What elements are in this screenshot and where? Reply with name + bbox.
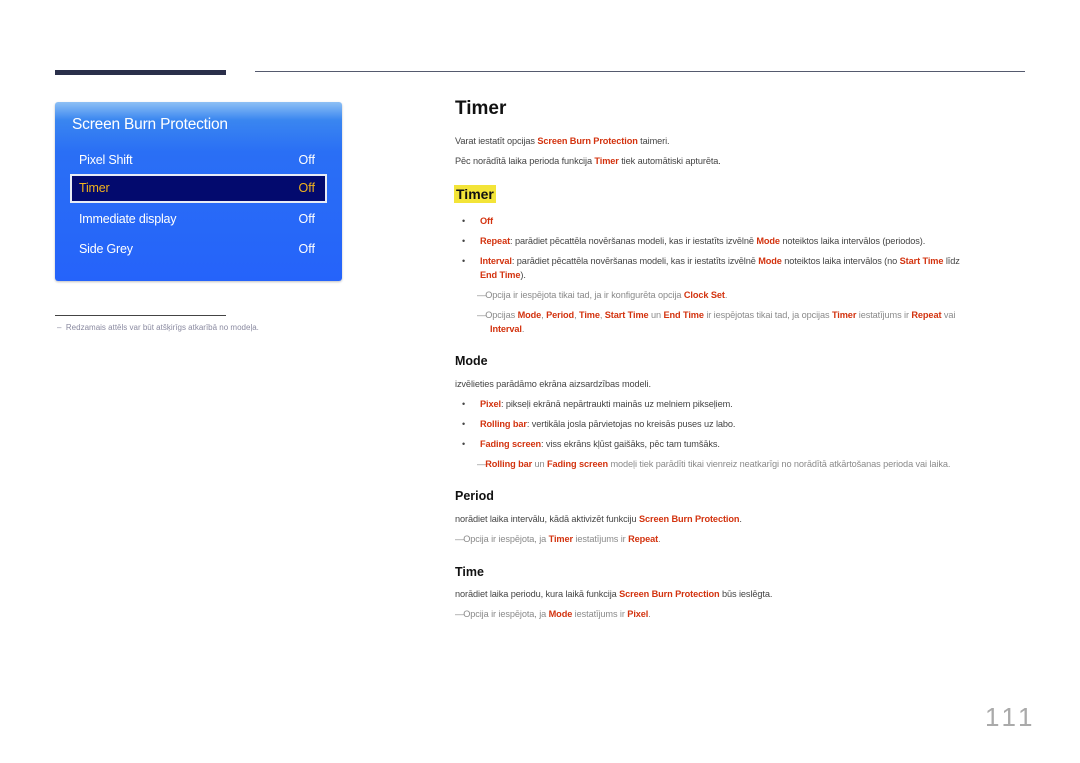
osd-item-value: Off [298,181,315,195]
intro-line-1: Varat iestatīt opcijas Screen Burn Prote… [455,136,670,146]
time-note: —Opcija ir iespējota, ja Mode iestatījum… [455,609,651,619]
mode-note: —Rolling bar un Fading screen modeļi tie… [477,459,951,469]
footnote-dash: – [57,323,62,332]
page-number: 111 [985,702,1037,732]
period-description: norādiet laika intervālu, kādā aktivizēt… [455,514,742,524]
mode-heading: Mode [455,354,488,368]
header-rule [255,71,1025,72]
osd-item-label: Side Grey [79,242,133,256]
timer-option-interval: Interval: parādiet pēcattēla novēršanas … [480,256,960,266]
osd-item-value: Off [298,242,315,256]
osd-title: Screen Burn Protection [72,116,228,133]
timer-subheading-highlight: Timer [454,185,496,203]
note-icon: — [477,290,486,300]
osd-item-label: Immediate display [79,212,177,226]
timer-note-clock-set: —Opcija ir iespējota tikai tad, ja ir ko… [477,290,728,300]
osd-menu-panel: Screen Burn Protection Pixel Shift Off T… [55,102,342,281]
note-icon: — [455,534,464,544]
osd-item-label: Pixel Shift [79,153,133,167]
period-heading: Period [455,489,494,503]
period-note: —Opcija ir iespējota, ja Timer iestatīju… [455,534,661,544]
mode-option-rolling-bar: Rolling bar: vertikāla josla pārvietojas… [480,419,736,429]
bullet-icon: • [462,419,466,429]
mode-description: izvēlieties parādāmo ekrāna aizsardzības… [455,379,651,389]
mode-option-pixel: Pixel: pikseļi ekrānā nepārtraukti mainā… [480,399,733,409]
footnote: – Redzamais attēls var būt atšķirīgs atk… [57,323,259,332]
bullet-icon: • [462,256,466,266]
timer-option-repeat: Repeat: parādiet pēcattēla novēršanas mo… [480,236,926,246]
bullet-icon: • [462,216,466,226]
osd-item-timer[interactable]: Timer Off [70,174,327,203]
footnote-rule [55,315,226,316]
osd-item-side-grey[interactable]: Side Grey Off [71,236,326,263]
bullet-icon: • [462,399,466,409]
header-bar-thick [55,70,226,75]
note-icon: — [455,609,464,619]
mode-option-fading-screen: Fading screen: viss ekrāns kļūst gaišāks… [480,439,720,449]
intro-line-2: Pēc norādītā laika perioda funkcija Time… [455,156,721,166]
osd-item-label: Timer [79,181,110,195]
osd-item-value: Off [298,212,315,226]
timer-option-interval-cont: End Time). [480,270,526,280]
footnote-text: Redzamais attēls var būt atšķirīgs atkar… [65,323,259,332]
time-heading: Time [455,565,484,579]
note-icon: — [477,459,486,469]
time-description: norādiet laika periodu, kura laikā funkc… [455,589,773,599]
note-icon: — [477,310,486,320]
bullet-icon: • [462,236,466,246]
page-title: Timer [455,98,507,119]
timer-option-off: Off [480,216,493,226]
timer-note-options: —Opcijas Mode, Period, Time, Start Time … [477,310,956,320]
osd-item-value: Off [298,153,315,167]
osd-item-immediate-display[interactable]: Immediate display Off [71,206,326,233]
timer-note-options-cont: Interval. [490,324,525,334]
bullet-icon: • [462,439,466,449]
osd-item-pixel-shift[interactable]: Pixel Shift Off [71,147,326,174]
